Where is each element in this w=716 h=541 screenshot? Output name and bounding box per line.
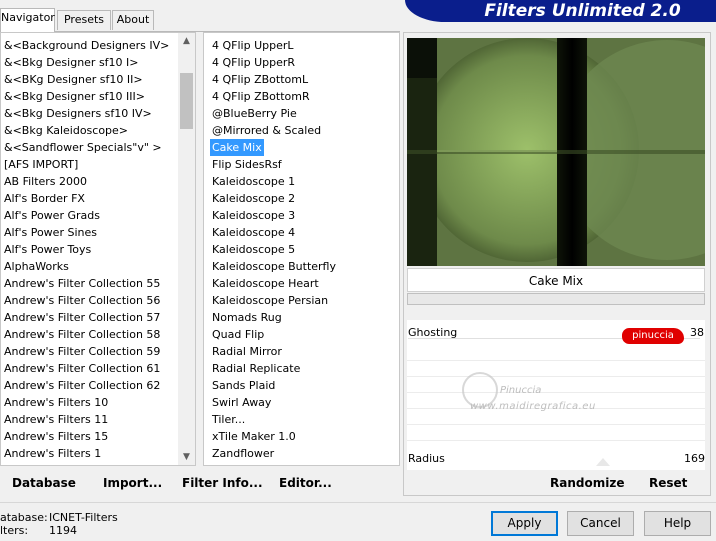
filter-item[interactable]: Kaleidoscope 5 <box>209 241 394 258</box>
scroll-up-icon[interactable]: ▲ <box>178 36 195 46</box>
category-item[interactable]: Andrew's Filter Collection 57 <box>1 309 176 326</box>
scroll-down-icon[interactable]: ▼ <box>178 452 195 462</box>
editor-button[interactable]: Editor... <box>279 476 332 490</box>
filter-item[interactable]: Flip SidesRsf <box>209 156 394 173</box>
cancel-button[interactable]: Cancel <box>567 511 634 536</box>
app-title: Filters Unlimited 2.0 <box>484 1 681 21</box>
filter-item[interactable]: Zandflower <box>209 445 394 462</box>
category-item[interactable]: &<Sandflower Specials"v" > <box>1 139 176 156</box>
filter-item[interactable]: Kaleidoscope 1 <box>209 173 394 190</box>
filter-item[interactable]: Radial Replicate <box>209 360 394 377</box>
reset-button[interactable]: Reset <box>649 476 687 490</box>
category-item[interactable]: Andrew's Filters 1 <box>1 445 176 462</box>
filter-item[interactable]: Cake Mix <box>209 139 394 156</box>
filter-item[interactable]: Kaleidoscope Persian <box>209 292 394 309</box>
database-button[interactable]: Database <box>12 476 76 490</box>
filter-item[interactable]: Swirl Away <box>209 394 394 411</box>
category-item[interactable]: Andrew's Filter Collection 56 <box>1 292 176 309</box>
watermark-badge: pinuccia <box>622 328 684 344</box>
category-item[interactable]: Andrew's Filter Collection 61 <box>1 360 176 377</box>
category-item[interactable]: Andrew's Filter Collection 58 <box>1 326 176 343</box>
filter-item[interactable]: Kaleidoscope Heart <box>209 275 394 292</box>
filters-count-value: 1194 <box>49 524 77 537</box>
filter-item[interactable]: @BlueBerry Pie <box>209 105 394 122</box>
filter-item[interactable]: Nomads Rug <box>209 309 394 326</box>
watermark-url: www.maidiregrafica.eu <box>470 401 596 412</box>
radius-label: Radius <box>408 452 445 465</box>
filter-name-label: Cake Mix <box>407 268 705 292</box>
filter-item[interactable]: Kaleidoscope Butterfly <box>209 258 394 275</box>
filter-info-button[interactable]: Filter Info... <box>182 476 263 490</box>
category-scrollbar[interactable]: ▲ ▼ <box>178 33 195 465</box>
category-item[interactable]: Andrew's Filters 10 <box>1 394 176 411</box>
category-item[interactable]: Alf's Border FX <box>1 190 176 207</box>
category-list[interactable]: &<Background Designers IV> &<Bkg Designer… <box>1 37 176 462</box>
tab-navigator[interactable]: Navigator <box>0 8 55 32</box>
category-item[interactable]: &<Bkg Designer sf10 I> <box>1 54 176 71</box>
category-item[interactable]: Alf's Power Sines <box>1 224 176 241</box>
category-item[interactable]: Alf's Power Toys <box>1 241 176 258</box>
filter-item[interactable]: 4 QFlip UpperR <box>209 54 394 71</box>
radius-value[interactable]: 169 <box>684 452 705 465</box>
category-item[interactable]: Andrew's Filters 15 <box>1 428 176 445</box>
preview-image <box>407 38 705 266</box>
filter-item[interactable]: 4 QFlip ZBottomL <box>209 71 394 88</box>
slider-marker-icon[interactable] <box>596 458 610 466</box>
category-item[interactable]: &<Bkg Designer sf10 III> <box>1 88 176 105</box>
filter-item[interactable]: 4 QFlip UpperL <box>209 37 394 54</box>
tab-presets[interactable]: Presets <box>57 10 111 30</box>
category-item[interactable]: &<Bkg Designers sf10 IV> <box>1 105 176 122</box>
filter-item[interactable]: xTile Maker 1.0 <box>209 428 394 445</box>
category-list-panel: &<Background Designers IV> &<Bkg Designer… <box>0 32 196 466</box>
category-item[interactable]: &<Bkg Kaleidoscope> <box>1 122 176 139</box>
filter-item[interactable]: Kaleidoscope 3 <box>209 207 394 224</box>
filter-item[interactable]: Tiler... <box>209 411 394 428</box>
category-item[interactable]: AB Filters 2000 <box>1 173 176 190</box>
database-label: atabase: <box>0 511 48 524</box>
tab-about[interactable]: About <box>112 10 154 30</box>
filter-item[interactable]: Kaleidoscope 4 <box>209 224 394 241</box>
scroll-thumb[interactable] <box>180 73 193 129</box>
watermark-name: Pinuccia <box>500 385 542 396</box>
filter-item[interactable]: Radial Mirror <box>209 343 394 360</box>
progress-bar <box>407 293 705 305</box>
filter-item[interactable]: Sands Plaid <box>209 377 394 394</box>
database-value: ICNET-Filters <box>49 511 118 524</box>
category-item[interactable]: &<Background Designers IV> <box>1 37 176 54</box>
category-item[interactable]: Andrew's Filter Collection 55 <box>1 275 176 292</box>
filters-count-label: lters: <box>0 524 29 537</box>
category-item[interactable]: Andrew's Filter Collection 62 <box>1 377 176 394</box>
category-item[interactable]: &<BKg Designer sf10 II> <box>1 71 176 88</box>
filter-list-panel: 4 QFlip UpperL 4 QFlip UpperR 4 QFlip ZBot… <box>203 32 400 466</box>
category-item[interactable]: Andrew's Filters 11 <box>1 411 176 428</box>
category-item[interactable]: Alf's Power Grads <box>1 207 176 224</box>
category-item[interactable]: [AFS IMPORT] <box>1 156 176 173</box>
import-button[interactable]: Import... <box>103 476 162 490</box>
category-item[interactable]: AlphaWorks <box>1 258 176 275</box>
filter-item[interactable]: @Mirrored & Scaled <box>209 122 394 139</box>
preview-graphic <box>407 38 705 266</box>
status-divider <box>0 502 716 503</box>
filter-item-selected[interactable]: Cake Mix <box>210 139 264 156</box>
apply-button[interactable]: Apply <box>491 511 558 536</box>
randomize-button[interactable]: Randomize <box>550 476 624 490</box>
filter-list[interactable]: 4 QFlip UpperL 4 QFlip UpperR 4 QFlip ZBot… <box>209 37 394 462</box>
help-button[interactable]: Help <box>644 511 711 536</box>
filter-item[interactable]: Quad Flip <box>209 326 394 343</box>
filter-item[interactable]: Kaleidoscope 2 <box>209 190 394 207</box>
category-item[interactable]: Andrew's Filter Collection 59 <box>1 343 176 360</box>
filter-item[interactable]: 4 QFlip ZBottomR <box>209 88 394 105</box>
ghosting-value[interactable]: 38 <box>690 326 704 339</box>
